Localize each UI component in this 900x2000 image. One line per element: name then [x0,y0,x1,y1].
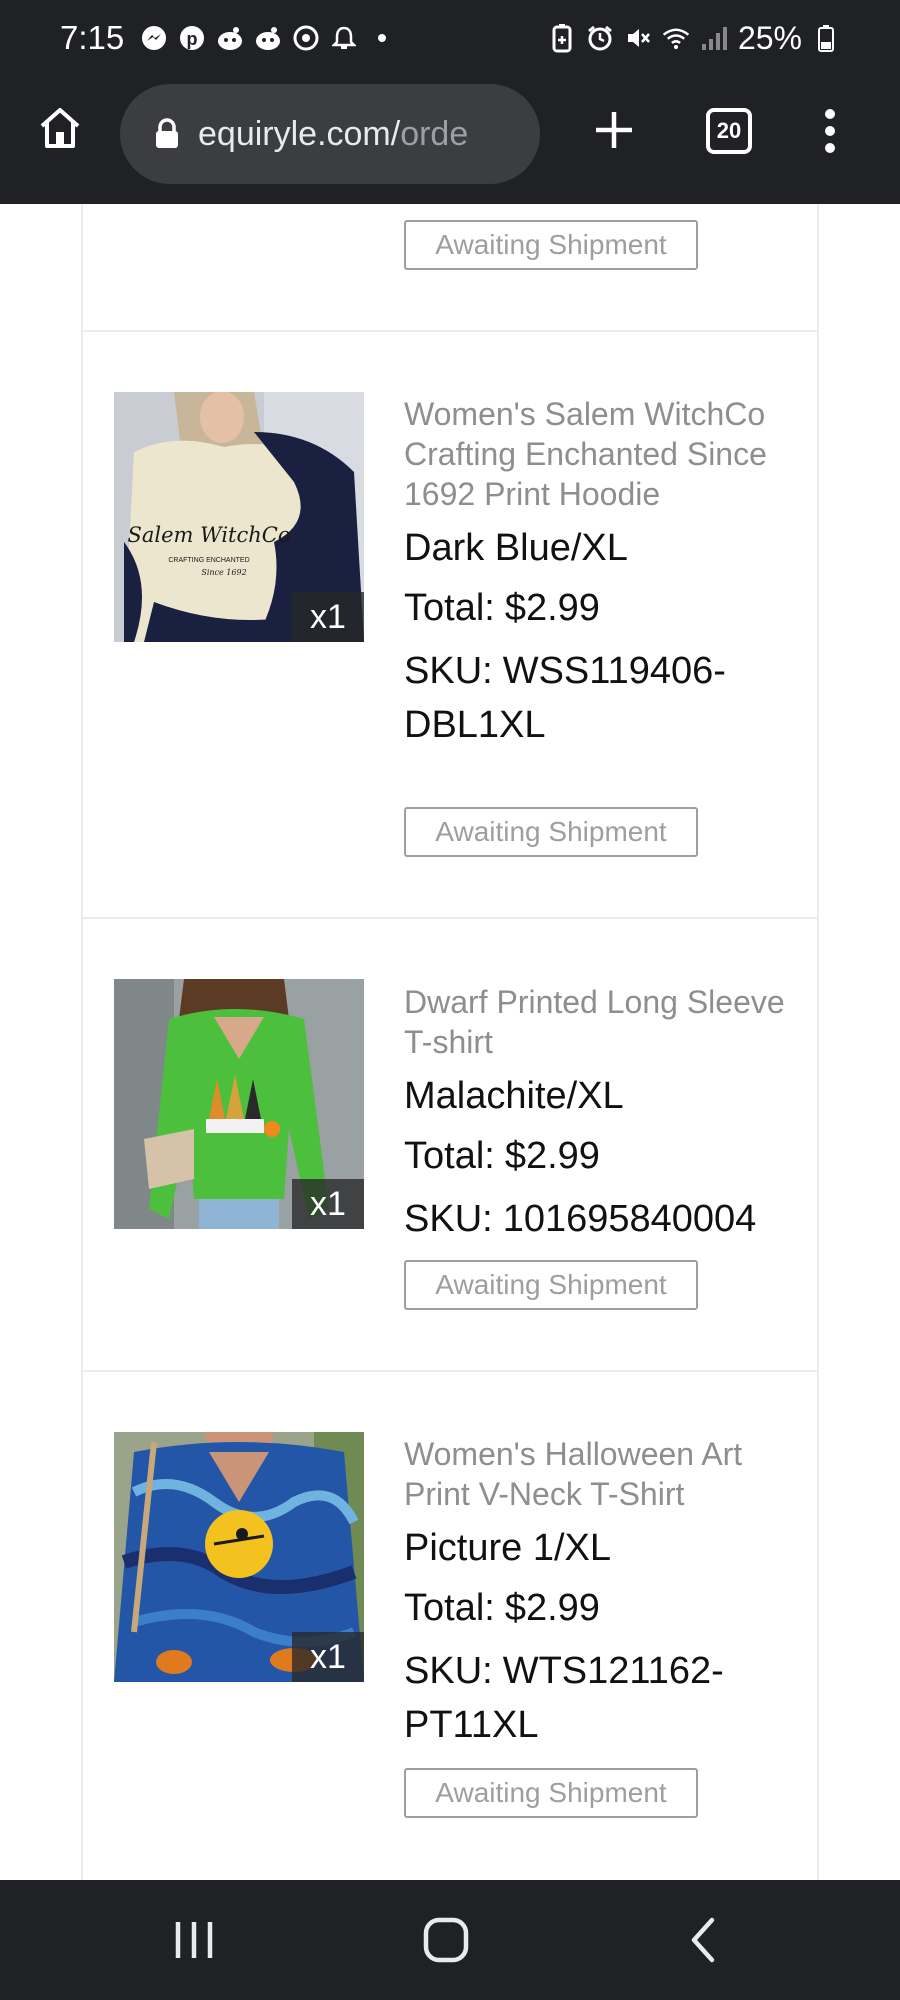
product-name[interactable]: Women's Salem WitchCo Crafting Enchanted… [404,394,804,514]
total-value: $2.99 [504,1135,600,1177]
sku-label: SKU: [404,650,493,692]
recent-apps-icon[interactable] [170,1916,218,1964]
hoodie-print-year: Since 1692 [201,568,246,577]
reddit-icon [254,24,282,52]
product-info: Women's Salem WitchCo Crafting Enchanted… [404,394,804,752]
product-sku: SKU: WTS121162-PT11XL [404,1644,804,1752]
overflow-menu-icon[interactable] [815,106,845,156]
total-label: Total: [404,587,495,629]
order-content: Awaiting Shipment Salem WitchCo CRAFTING… [0,204,900,1880]
status-bar: 7:15 p 25% [0,0,900,76]
url-host: equiryle.com/ [198,114,401,153]
product-total: Total: $2.99 [404,584,804,632]
mute-icon [624,24,652,52]
product-variant: Malachite/XL [404,1075,624,1117]
back-icon[interactable] [680,1916,728,1964]
status-badge: Awaiting Shipment [404,807,698,857]
product-info: Women's Halloween Art Print V-Neck T-Shi… [404,1434,804,1752]
system-nav-bar [0,1880,900,2000]
bell-icon [330,24,358,52]
chrome-icon [292,24,320,52]
item-divider [83,330,817,332]
hoodie-print-title: Salem WitchCo [127,523,290,547]
product-total: Total: $2.99 [404,1584,804,1632]
product-name[interactable]: Dwarf Printed Long Sleeve T-shirt [404,982,804,1062]
item-divider [83,917,817,919]
product-name[interactable]: Women's Halloween Art Print V-Neck T-Shi… [404,1434,804,1514]
battery-icon [812,24,840,52]
quantity-badge: x1 [292,1179,364,1229]
battery-saver-icon [548,24,576,53]
reddit-icon [216,24,244,52]
messenger-icon [140,24,168,52]
url-path: orde [400,114,469,153]
sku-label: SKU: [404,1650,493,1692]
product-image[interactable]: x1 [114,1432,364,1682]
home-icon[interactable] [36,104,84,152]
product-image[interactable]: Salem WitchCo CRAFTING ENCHANTED Since 1… [114,392,364,642]
product-image[interactable]: x1 [114,979,364,1229]
product-info: Dwarf Printed Long Sleeve T-shirt Malach… [404,982,804,1246]
svg-text:p: p [187,29,198,49]
total-value: $2.99 [504,1587,600,1629]
product-sku: SKU: 101695840004 [404,1192,804,1246]
product-total: Total: $2.99 [404,1132,804,1180]
status-time: 7:15 [60,19,125,56]
total-label: Total: [404,1587,495,1629]
alarm-icon [586,24,614,52]
dot-icon [368,24,396,52]
wifi-icon [662,24,690,52]
status-badge: Awaiting Shipment [404,1260,698,1310]
product-variant: Picture 1/XL [404,1527,611,1569]
pinterest-icon: p [178,24,206,52]
total-label: Total: [404,1135,495,1177]
hoodie-print-subtitle: CRAFTING ENCHANTED [168,557,249,564]
lock-icon [154,118,180,150]
signal-icon [700,24,728,52]
url-text: equiryle.com/orde [198,115,468,154]
new-tab-icon[interactable] [590,106,638,154]
home-icon[interactable] [422,1916,470,1964]
product-sku: SKU: WSS119406-DBL1XL [404,644,804,752]
total-value: $2.99 [504,587,600,629]
url-bar[interactable]: equiryle.com/orde [120,84,540,184]
browser-toolbar: equiryle.com/orde 20 [0,76,900,204]
quantity-badge: x1 [292,1632,364,1682]
status-badge: Awaiting Shipment [404,220,698,270]
order-items-panel: Awaiting Shipment Salem WitchCo CRAFTING… [81,204,819,1880]
battery-percent: 25% [737,19,802,56]
sku-label: SKU: [404,1198,493,1240]
status-badge: Awaiting Shipment [404,1768,698,1818]
quantity-badge: x1 [292,592,364,642]
sku-value: 101695840004 [502,1198,757,1240]
tab-switcher-button[interactable]: 20 [706,108,752,154]
item-divider [83,1370,817,1372]
product-variant: Dark Blue/XL [404,527,628,569]
